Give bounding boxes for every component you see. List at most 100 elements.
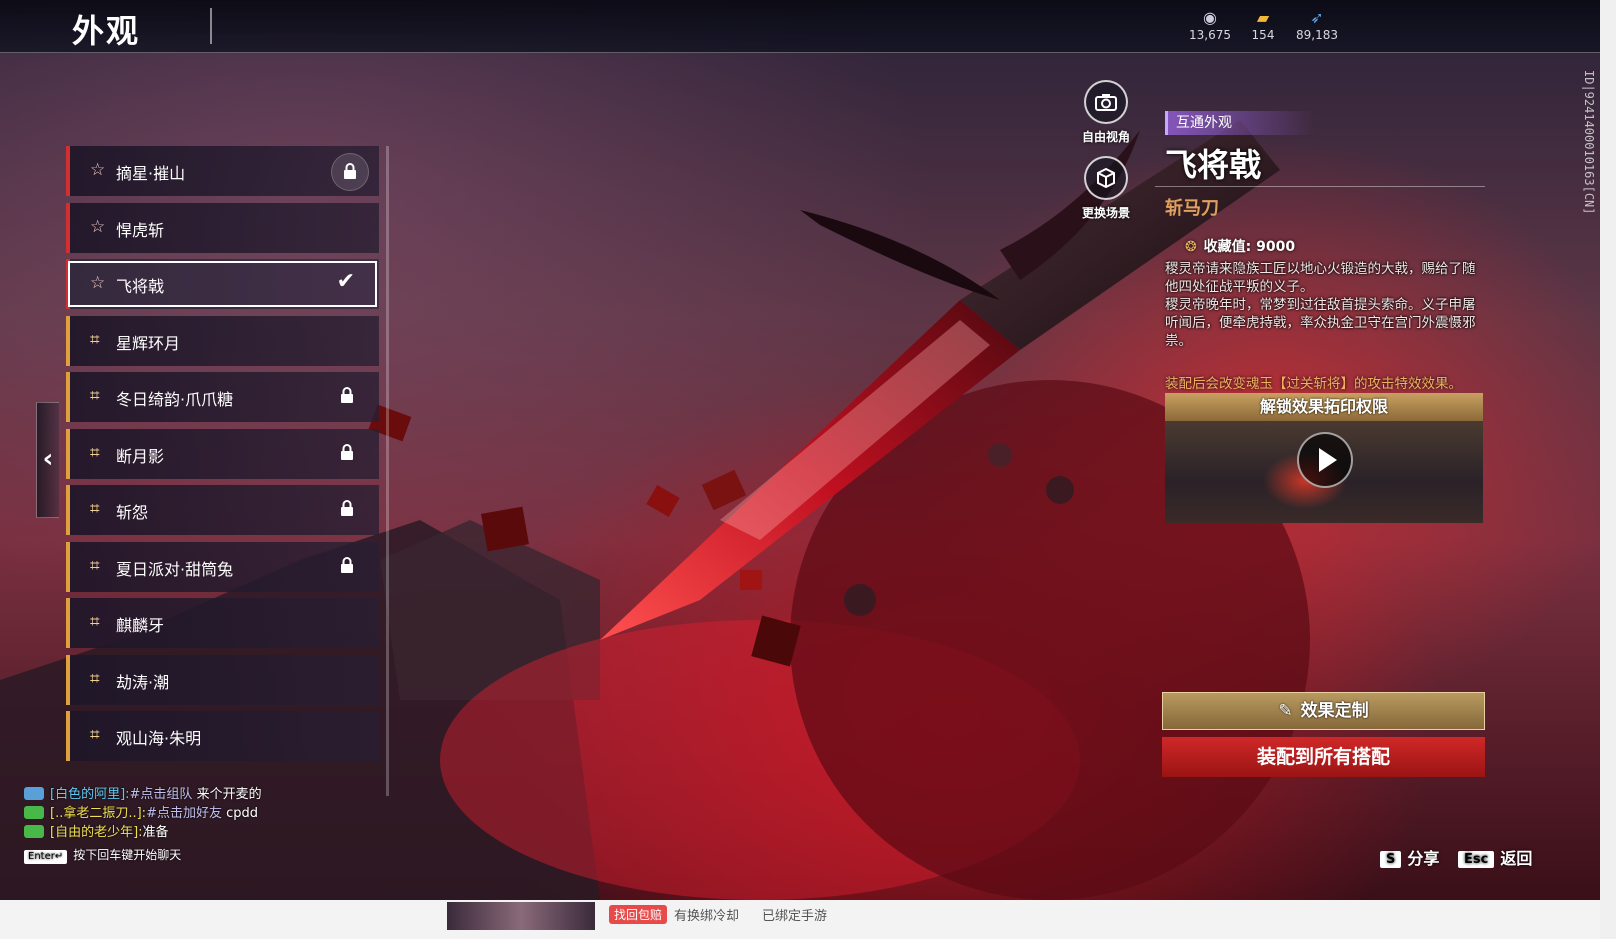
skin-item-label: 悍虎斩 — [116, 220, 165, 240]
skin-item[interactable]: ☆ 悍虎斩 — [66, 202, 379, 253]
chat-link[interactable]: #点击加好友 — [146, 806, 222, 821]
skin-item[interactable]: ⌗ 劫涛·潮 — [66, 654, 379, 705]
back-hotkey[interactable]: Esc 返回 — [1458, 845, 1532, 869]
description-paragraph-2: 稷灵帝晚年时，常梦到过往敌首提头索命。义子申屠听闻后，便牵虎持戟，率众执金卫守在… — [1165, 297, 1476, 349]
effect-preview-video[interactable] — [1165, 421, 1483, 523]
chat-sender[interactable]: [自由的老少年]: — [50, 825, 143, 840]
share-label: 分享 — [1407, 849, 1440, 868]
bound-mobile-text: 已绑定手游 — [762, 909, 828, 924]
chevron-left-icon: ‹ — [42, 444, 54, 474]
play-icon[interactable] — [1297, 432, 1353, 488]
player-id: ID|9241400010163[CN] — [1582, 70, 1596, 215]
currency-gold-ticket-value: 154 — [1251, 28, 1275, 42]
corner-icon: ⌗ — [90, 668, 100, 689]
free-view-label: 自由视角 — [1081, 130, 1130, 144]
skin-item[interactable]: ⌗ 星辉环月 — [66, 315, 379, 366]
skin-item[interactable]: ⌗ 观山海·朱明 — [66, 711, 379, 761]
currency-coin[interactable]: ◉ 13,675 — [1180, 8, 1240, 42]
free-view-button[interactable]: 自由视角 — [1066, 80, 1146, 145]
rebind-cooldown-text: 有换绑冷却 — [674, 909, 740, 924]
collection-icon: ❂ — [1185, 239, 1197, 255]
corner-icon: ⌗ — [90, 725, 100, 745]
feather-icon: ➶ — [1310, 8, 1324, 27]
skin-item-label: 断月影 — [116, 446, 165, 466]
corner-icon: ⌗ — [90, 442, 100, 463]
equip-effect-note: 装配后会改变魂玉【过关斩将】的攻击特效效果。 — [1165, 376, 1462, 392]
gold-ticket-icon: ▰ — [1256, 8, 1270, 27]
corner-icon: ⌗ — [90, 612, 100, 632]
currency-feather-value: 89,183 — [1296, 28, 1338, 42]
skin-item[interactable]: ⌗ 夏日派对·甜筒兔 — [66, 541, 379, 592]
skin-item[interactable]: ☆ 摘星·摧山 — [66, 146, 379, 196]
web-page-strip: 找回包赔 有换绑冷却 已绑定手游 — [0, 900, 1616, 939]
lock-icon — [331, 153, 369, 191]
lock-icon — [339, 499, 355, 517]
currency-gold-ticket[interactable]: ▰ 154 — [1233, 8, 1293, 42]
chat-sender[interactable]: [..拿老二振刀..]: — [50, 806, 146, 821]
camera-icon — [1084, 80, 1128, 124]
chat-enter-hint: 按下回车键开始聊天 — [73, 848, 182, 862]
compensation-badge: 找回包赔 — [609, 905, 668, 924]
skin-item[interactable]: ⌗ 麒麟牙 — [66, 598, 379, 648]
cube-icon — [1084, 156, 1128, 200]
item-description: 稷灵帝请来隐族工匠以地心火锻造的大戟，赐给了随他四处征战平叛的义子。 稷灵帝晚年… — [1165, 260, 1487, 350]
collection-value: ❂ 收藏值: 9000 — [1185, 236, 1295, 256]
weapon-type: 斩马刀 — [1165, 198, 1219, 219]
skin-item-label: 飞将戟 — [116, 277, 165, 296]
back-key: Esc — [1458, 851, 1495, 868]
collapse-arrow-button[interactable]: ‹ — [36, 402, 59, 518]
skin-item-label: 冬日绮韵·爪爪糖 — [116, 390, 234, 409]
title-divider — [210, 8, 212, 44]
skin-list-scrollbar[interactable] — [386, 146, 389, 796]
shared-appearance-tag: 互通外观 — [1165, 111, 1315, 135]
skin-item-label: 劫涛·潮 — [116, 672, 170, 692]
chat-box[interactable]: [白色的阿里]:#点击组队 来个开麦的 [..拿老二振刀..]:#点击加好友 c… — [24, 783, 384, 864]
share-key: S — [1380, 851, 1402, 868]
back-label: 返回 — [1500, 849, 1533, 868]
check-icon: ✔ — [336, 269, 355, 294]
item-name: 飞将戟 — [1165, 146, 1262, 184]
skin-item-label: 观山海·朱明 — [116, 729, 202, 748]
skin-item[interactable]: ☆ 飞将戟 ✔ — [66, 259, 379, 309]
lock-icon — [339, 386, 355, 404]
chat-message: [..拿老二振刀..]:#点击加好友 cpdd — [24, 802, 384, 821]
description-paragraph-1: 稷灵帝请来隐族工匠以地心火锻造的大戟，赐给了随他四处征战平叛的义子。 — [1165, 261, 1476, 295]
lock-icon — [339, 556, 355, 574]
share-hotkey[interactable]: S 分享 — [1380, 845, 1439, 869]
skin-item-label: 麒麟牙 — [116, 616, 165, 635]
chat-input-hint[interactable]: Enter↵ 按下回车键开始聊天 — [24, 846, 384, 864]
chat-message: [白色的阿里]:#点击组队 来个开麦的 — [24, 783, 384, 802]
skin-list[interactable]: ☆ 摘星·摧山 ☆ 悍虎斩 ☆ 飞将戟 ✔ ⌗ 星辉环月 ⌗ 冬日绮韵·爪爪糖 ⌗ 断月影 ⌗ 斩怨 ⌗ 夏日派… — [66, 146, 384, 796]
skin-item-label: 斩怨 — [116, 503, 149, 522]
skin-item-label: 星辉环月 — [116, 333, 181, 353]
skin-item[interactable]: ⌗ 斩怨 — [66, 485, 379, 535]
skin-item[interactable]: ⌗ 断月影 — [66, 428, 379, 479]
collection-number: 9000 — [1256, 239, 1296, 255]
skin-item-label: 夏日派对·甜筒兔 — [116, 559, 234, 579]
corner-icon: ⌗ — [90, 555, 100, 576]
chat-sender[interactable]: [白色的阿里]: — [50, 787, 130, 802]
chat-link[interactable]: #点击组队 — [130, 787, 193, 802]
corner-icon: ⌗ — [90, 499, 100, 519]
top-bar: 外观 ◉ 13,675 ▰ 154 ➶ 89,183 — [0, 0, 1600, 53]
product-thumbnails[interactable] — [447, 902, 595, 930]
chat-text: cpdd — [221, 806, 259, 821]
change-scene-button[interactable]: 更换场景 — [1066, 156, 1146, 221]
team-channel-icon — [24, 787, 44, 800]
world-channel-icon — [24, 825, 44, 838]
chat-text: 来个开麦的 — [192, 787, 262, 802]
skin-item[interactable]: ⌗ 冬日绮韵·爪爪糖 — [66, 372, 379, 422]
world-channel-icon — [24, 806, 44, 819]
chat-text: 准备 — [142, 825, 169, 840]
corner-icon: ⌗ — [90, 329, 100, 350]
game-viewport: 外观 ◉ 13,675 ▰ 154 ➶ 89,183 ID|9241400010… — [0, 0, 1600, 900]
lock-icon — [339, 443, 355, 461]
equip-all-button[interactable]: 装配到所有搭配 — [1162, 737, 1485, 777]
name-divider — [1155, 186, 1485, 187]
page-title: 外观 — [72, 12, 141, 50]
brush-icon: ✎ — [1278, 701, 1293, 721]
currency-feather[interactable]: ➶ 89,183 — [1287, 8, 1347, 42]
corner-icon: ⌗ — [90, 386, 100, 406]
effect-custom-button[interactable]: ✎ 效果定制 — [1162, 692, 1485, 730]
currency-coin-value: 13,675 — [1189, 28, 1231, 42]
